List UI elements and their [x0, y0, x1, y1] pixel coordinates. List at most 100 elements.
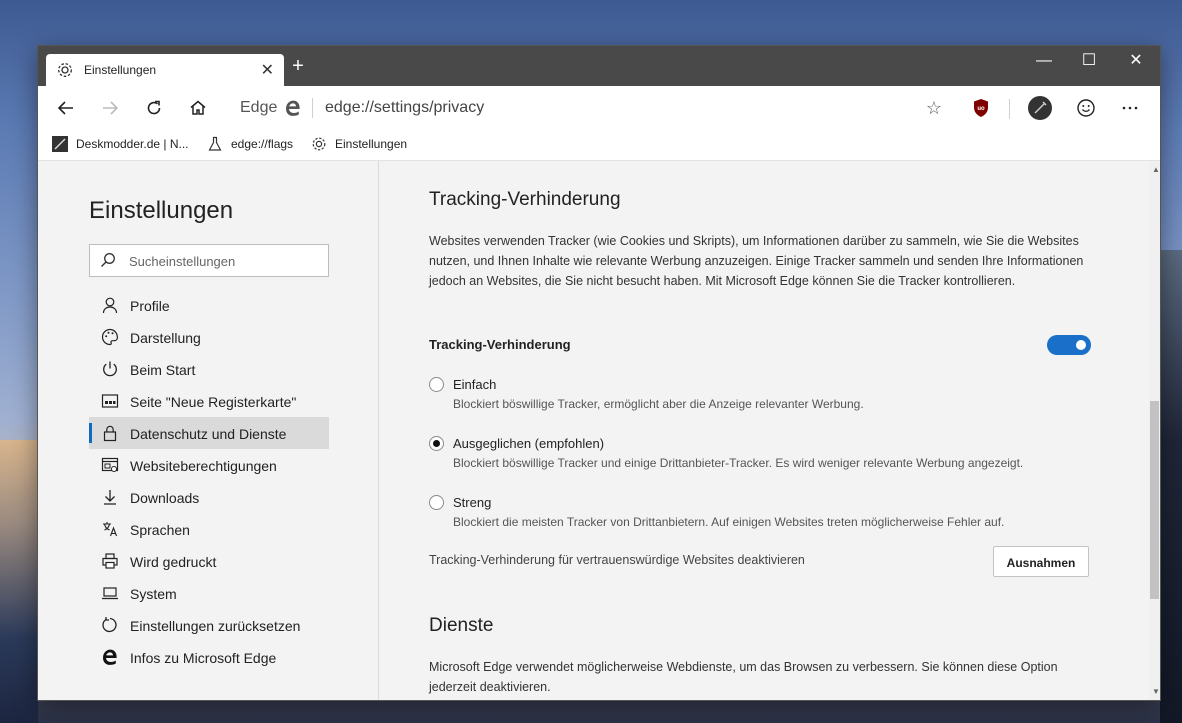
tracking-heading: Tracking-Verhinderung [429, 189, 621, 210]
radio-strict-label: Streng [453, 495, 492, 510]
gear-icon [311, 136, 327, 152]
sidebar-item-label: Profile [130, 298, 170, 314]
home-button[interactable] [184, 94, 212, 122]
refresh-button[interactable] [140, 94, 168, 122]
radio-basic-label: Einfach [453, 377, 497, 392]
desktop-wallpaper-left [0, 440, 38, 723]
favorite-star-icon[interactable]: ☆ [926, 98, 942, 119]
radio-balanced-desc: Blockiert böswillige Tracker und einige … [453, 456, 1024, 470]
radio-balanced[interactable] [429, 436, 444, 451]
search-icon [100, 252, 116, 268]
edge-logo-icon [101, 648, 119, 666]
gear-icon [56, 61, 74, 79]
forward-button[interactable] [96, 94, 124, 122]
tab-settings[interactable]: Einstellungen ✕ [46, 54, 284, 86]
page-scrollbar[interactable]: ▲ ▼ [1149, 161, 1160, 700]
tab-title: Einstellungen [84, 63, 157, 77]
sidebar-item-label: Infos zu Microsoft Edge [130, 650, 277, 666]
close-tab-button[interactable]: ✕ [261, 60, 274, 80]
services-description: Microsoft Edge verwendet möglicherweise … [429, 660, 1058, 694]
settings-page: Einstellungen Sucheinstellungen Profile … [38, 161, 1160, 700]
sidebar-item-printing[interactable]: Wird gedruckt [89, 545, 329, 577]
sidebar-item-reset[interactable]: Einstellungen zurücksetzen [89, 609, 329, 641]
sidebar-item-site-permissions[interactable]: Websiteberechtigungen [89, 449, 329, 481]
sidebar-item-appearance[interactable]: Darstellung [89, 321, 329, 353]
toolbar: Edge edge://settings/privacy ☆ uo [38, 86, 1160, 130]
sidebar-item-about[interactable]: Infos zu Microsoft Edge [89, 641, 329, 673]
more-dots-icon [1122, 106, 1138, 110]
newtab-page-icon [101, 392, 119, 410]
flask-icon [207, 136, 223, 152]
ublock-shield-icon: uo [974, 99, 988, 117]
radio-strict[interactable] [429, 495, 444, 510]
scroll-down-icon[interactable]: ▼ [1152, 687, 1160, 696]
close-window-button[interactable]: ✕ [1113, 46, 1159, 78]
sidebar-item-label: System [130, 586, 177, 602]
sidebar-item-label: Beim Start [130, 362, 196, 378]
favorite-deskmodder[interactable]: Deskmodder.de | N... [52, 136, 189, 152]
address-url[interactable]: edge://settings/privacy [325, 99, 484, 117]
title-bar: Einstellungen ✕ + — ☐ ✕ [38, 46, 1160, 86]
radio-basic[interactable] [429, 377, 444, 392]
sidebar-item-privacy[interactable]: Datenschutz und Dienste [89, 417, 329, 449]
sidebar-item-label: Einstellungen zurücksetzen [130, 618, 301, 634]
services-heading: Dienste [429, 615, 494, 636]
language-icon [101, 520, 119, 538]
address-divider [312, 98, 313, 118]
svg-text:uo: uo [977, 106, 985, 112]
sidebar-item-label: Downloads [130, 490, 200, 506]
feedback-button[interactable] [1072, 94, 1100, 122]
favorite-label: Einstellungen [335, 137, 408, 151]
favorite-label: Deskmodder.de | N... [76, 137, 189, 151]
address-bar[interactable]: Edge edge://settings/privacy ☆ [228, 93, 952, 122]
maximize-button[interactable]: ☐ [1066, 46, 1112, 78]
download-icon [101, 488, 119, 506]
favorite-label: edge://flags [231, 137, 294, 151]
search-placeholder: Sucheinstellungen [129, 254, 236, 269]
sidebar-item-profile[interactable]: Profile [89, 289, 329, 321]
scroll-thumb[interactable] [1150, 401, 1159, 599]
sidebar-item-label: Darstellung [130, 330, 201, 346]
favorites-bar: Deskmodder.de | N... edge://flags Einste… [38, 130, 1160, 161]
sidebar-item-label: Seite "Neue Registerkarte" [130, 394, 297, 410]
tracking-description: Websites verwenden Tracker (wie Cookies … [429, 234, 1084, 288]
back-button[interactable] [52, 94, 80, 122]
settings-sidebar: Einstellungen Sucheinstellungen Profile … [38, 161, 379, 700]
active-indicator [89, 423, 92, 443]
sidebar-title: Einstellungen [89, 197, 234, 224]
favorite-settings[interactable]: Einstellungen [311, 136, 407, 152]
toolbar-divider [1009, 99, 1010, 119]
desktop-wallpaper-right [1160, 250, 1182, 723]
sidebar-item-startup[interactable]: Beim Start [89, 353, 329, 385]
sidebar-item-new-tab-page[interactable]: Seite "Neue Registerkarte" [89, 385, 329, 417]
sidebar-item-system[interactable]: System [89, 577, 329, 609]
new-tab-button[interactable]: + [288, 56, 308, 76]
back-arrow-icon [57, 101, 73, 115]
ublock-extension-button[interactable]: uo [967, 94, 995, 122]
scroll-up-icon[interactable]: ▲ [1152, 165, 1160, 174]
tracking-toggle-label: Tracking-Verhinderung [429, 337, 571, 352]
minimize-button[interactable]: — [1021, 46, 1067, 78]
sidebar-item-label: Datenschutz und Dienste [130, 426, 287, 442]
radio-balanced-label: Ausgeglichen (empfohlen) [453, 436, 605, 451]
deskmodder-icon [52, 136, 68, 152]
tracking-toggle[interactable] [1047, 335, 1091, 355]
settings-search-input[interactable]: Sucheinstellungen [89, 244, 329, 277]
forward-arrow-icon [103, 101, 119, 115]
settings-main: Tracking-Verhinderung Websites verwenden… [379, 161, 1149, 700]
profile-button[interactable] [1026, 94, 1054, 122]
reset-icon [101, 616, 119, 634]
exceptions-text: Tracking-Verhinderung für vertrauenswürd… [429, 553, 805, 567]
sidebar-item-downloads[interactable]: Downloads [89, 481, 329, 513]
toggle-knob [1076, 340, 1086, 350]
sidebar-item-languages[interactable]: Sprachen [89, 513, 329, 545]
exceptions-button[interactable]: Ausnahmen [993, 546, 1089, 577]
site-permissions-icon [101, 456, 119, 474]
power-icon [101, 360, 119, 378]
more-menu-button[interactable] [1116, 94, 1144, 122]
palette-icon [101, 328, 119, 346]
sidebar-item-label: Sprachen [130, 522, 190, 538]
lock-icon [101, 424, 119, 442]
favorite-flags[interactable]: edge://flags [207, 136, 293, 152]
avatar [1028, 96, 1052, 120]
